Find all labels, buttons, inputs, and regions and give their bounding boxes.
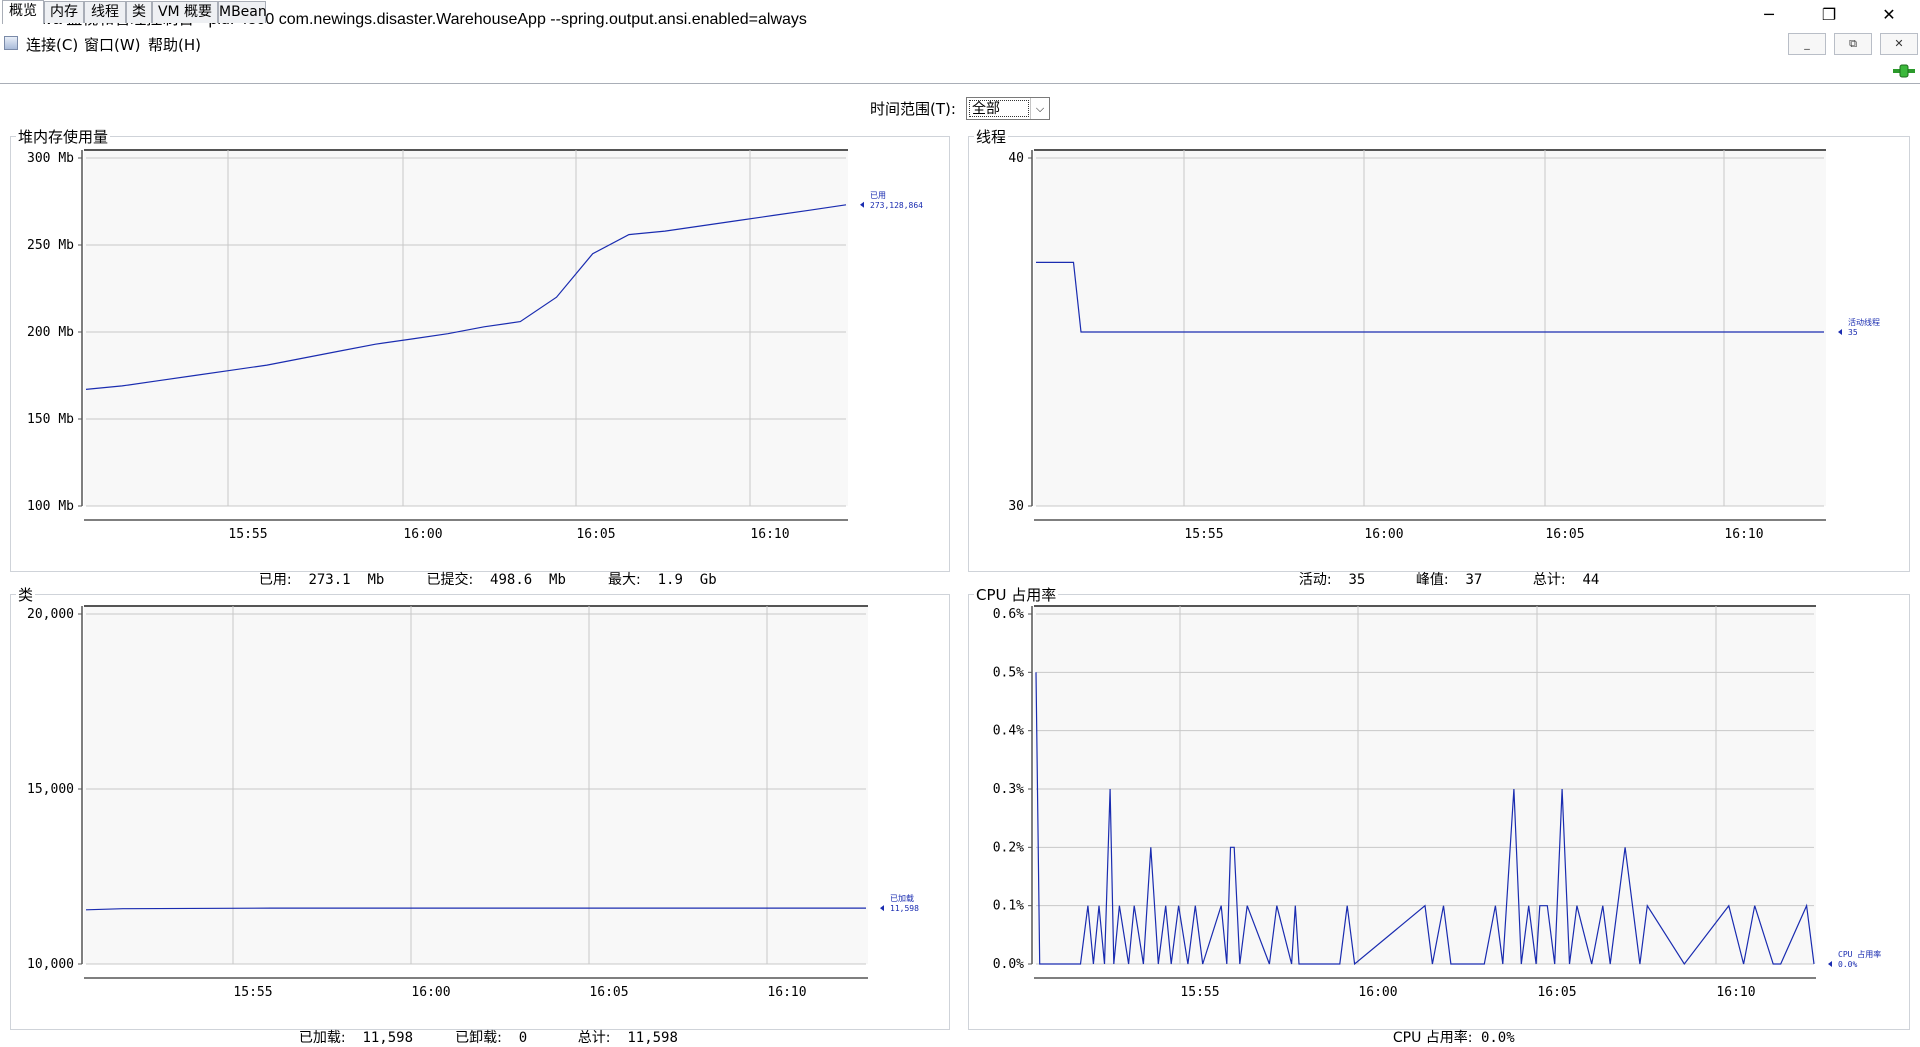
classes-legend-value: 11,598 [890, 904, 919, 913]
heap-x-tick-label: 16:05 [576, 527, 615, 542]
cpu-y-tick-label: 0.0% [993, 957, 1024, 972]
classes-unloaded-label: 已卸载: [455, 1030, 502, 1046]
cpu-y-tick-label: 0.5% [993, 665, 1024, 680]
cpu-legend-marker [1828, 961, 1832, 967]
heap-plot-area [84, 150, 848, 506]
classes-x-tick-label: 15:55 [233, 985, 272, 1000]
threads-live-value: 35 [1348, 572, 1366, 588]
threads-legend-marker [1838, 329, 1842, 335]
classes-total-label: 总计: [577, 1030, 611, 1046]
threads-x-tick-label: 16:00 [1364, 527, 1403, 542]
cpu-y-tick-label: 0.1% [993, 899, 1024, 914]
classes-x-tick-label: 16:10 [767, 985, 806, 1000]
heap-x-tick-label: 16:00 [403, 527, 442, 542]
heap-committed-value: 498.6 Mb [490, 572, 566, 588]
heap-max-label: 最大: [608, 572, 641, 588]
threads-x-tick-label: 15:55 [1184, 527, 1223, 542]
cpu-usage-label: CPU 占用率: [1392, 1030, 1473, 1046]
classes-y-tick-label: 15,000 [27, 782, 74, 797]
charts-canvas: 300 Mb 250 Mb 200 Mb 150 Mb 100 Mb 15:55 16:00… [27, 149, 1881, 1000]
classes-legend-name: 已加载 [890, 893, 914, 903]
classes-unloaded-value: 0 [518, 1030, 528, 1046]
threads-legend-name: 活动线程 [1848, 317, 1880, 327]
classes-y-tick-label: 10,000 [27, 957, 74, 972]
heap-legend-name: 已用 [870, 191, 886, 200]
heap-summary: 已用: 273.1 Mb 已提交: 498.6 Mb 最大: 1.9 Gb [242, 553, 717, 589]
classes-legend-marker [880, 905, 884, 912]
heap-legend-marker [860, 201, 864, 208]
classes-total-value: 11,598 [627, 1030, 678, 1046]
threads-total-label: 总计: [1532, 572, 1566, 588]
cpu-y-tick-label: 0.3% [993, 782, 1024, 797]
heap-committed-label: 已提交: [426, 572, 474, 588]
cpu-y-tick-label: 0.4% [993, 724, 1024, 739]
classes-x-tick-label: 16:00 [411, 985, 450, 1000]
heap-x-tick-label: 15:55 [228, 527, 267, 542]
threads-y-tick-label: 30 [1008, 499, 1024, 514]
cpu-x-tick-label: 15:55 [1180, 985, 1219, 1000]
cpu-y-tick-label: 0.2% [993, 840, 1024, 855]
cpu-y-tick-label: 0.6% [993, 607, 1024, 622]
heap-y-tick-label: 200 Mb [27, 325, 74, 340]
heap-used-label: 已用: [258, 572, 292, 588]
heap-max-value: 1.9 Gb [657, 572, 717, 588]
classes-plot-area [84, 606, 868, 964]
heap-used-value: 273.1 Mb [308, 572, 385, 588]
cpu-x-tick-label: 16:05 [1537, 985, 1576, 1000]
cpu-legend-name: CPU 占用率 [1838, 949, 1881, 959]
classes-x-tick-label: 16:05 [589, 985, 628, 1000]
heap-y-tick-label: 100 Mb [27, 499, 74, 514]
threads-live-label: 活动: [1298, 572, 1332, 588]
cpu-x-tick-label: 16:00 [1358, 985, 1397, 1000]
threads-x-tick-label: 16:05 [1545, 527, 1584, 542]
threads-peak-value: 37 [1465, 572, 1483, 588]
threads-y-tick-label: 40 [1008, 151, 1024, 166]
cpu-legend-value: 0.0% [1838, 960, 1857, 969]
threads-legend-value: 35 [1848, 328, 1858, 337]
threads-total-value: 44 [1582, 572, 1600, 588]
heap-x-tick-label: 16:10 [750, 527, 789, 542]
classes-loaded-label: 已加载: [298, 1030, 346, 1046]
heap-legend-value: 273,128,864 [870, 201, 923, 210]
cpu-usage-value: 0.0% [1480, 1030, 1515, 1046]
threads-plot-area [1034, 150, 1826, 506]
heap-y-tick-label: 150 Mb [27, 412, 74, 427]
classes-loaded-value: 11,598 [362, 1030, 414, 1046]
threads-x-tick-label: 16:10 [1724, 527, 1763, 542]
classes-y-tick-label: 20,000 [27, 607, 74, 622]
heap-y-tick-label: 300 Mb [27, 151, 74, 166]
cpu-x-tick-label: 16:10 [1716, 985, 1755, 1000]
heap-y-tick-label: 250 Mb [27, 238, 74, 253]
threads-peak-label: 峰值: [1415, 572, 1449, 588]
threads-summary: 活动: 35 峰值: 37 总计: 44 [1282, 553, 1599, 589]
